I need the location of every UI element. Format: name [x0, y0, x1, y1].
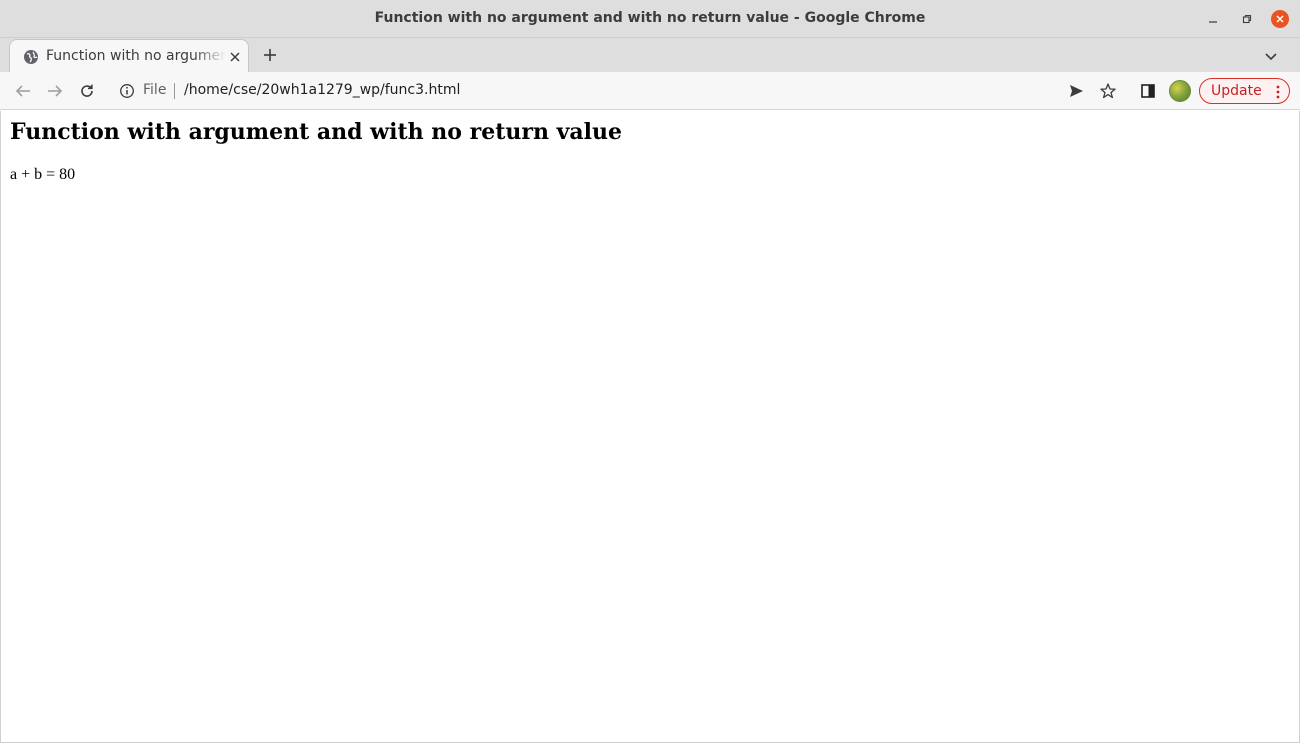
tab-close-icon[interactable]: [227, 49, 243, 65]
browser-toolbar: File /home/cse/20wh1a1279_wp/func3.html: [0, 72, 1300, 110]
browser-tab[interactable]: Function with no argument and with no re…: [9, 39, 249, 73]
page-heading: Function with argument and with no retur…: [10, 119, 623, 145]
back-arrow-icon[interactable]: [13, 81, 33, 101]
info-icon[interactable]: [119, 83, 135, 99]
side-panel-icon[interactable]: [1138, 81, 1158, 101]
close-icon[interactable]: [1271, 10, 1289, 28]
reload-icon[interactable]: [77, 81, 97, 101]
bookmark-star-icon[interactable]: [1098, 81, 1118, 101]
address-bar[interactable]: File /home/cse/20wh1a1279_wp/func3.html: [110, 77, 1090, 105]
page-result-text: a + b = 80: [10, 166, 76, 183]
page-viewport: Function with argument and with no retur…: [0, 111, 1300, 743]
url-separator: [174, 83, 175, 99]
chevron-down-icon[interactable]: [1262, 47, 1280, 65]
window-title: Function with no argument and with no re…: [374, 10, 926, 26]
new-tab-icon[interactable]: [261, 46, 279, 64]
restore-icon[interactable]: [1238, 10, 1256, 28]
url-text[interactable]: /home/cse/20wh1a1279_wp/func3.html: [184, 82, 460, 98]
update-button-label: Update: [1211, 83, 1262, 99]
globe-icon: [23, 49, 39, 65]
minimize-icon[interactable]: [1204, 10, 1222, 28]
forward-arrow-icon[interactable]: [45, 81, 65, 101]
tab-title: Function with no argument and with no re…: [46, 48, 226, 64]
window-titlebar: Function with no argument and with no re…: [0, 0, 1300, 38]
send-icon[interactable]: [1066, 81, 1086, 101]
profile-avatar[interactable]: [1169, 80, 1191, 102]
url-scheme-label: File: [143, 82, 167, 98]
menu-dots-icon[interactable]: [1272, 84, 1284, 100]
update-button[interactable]: Update: [1199, 78, 1290, 104]
tab-strip: Function with no argument and with no re…: [0, 38, 1300, 73]
